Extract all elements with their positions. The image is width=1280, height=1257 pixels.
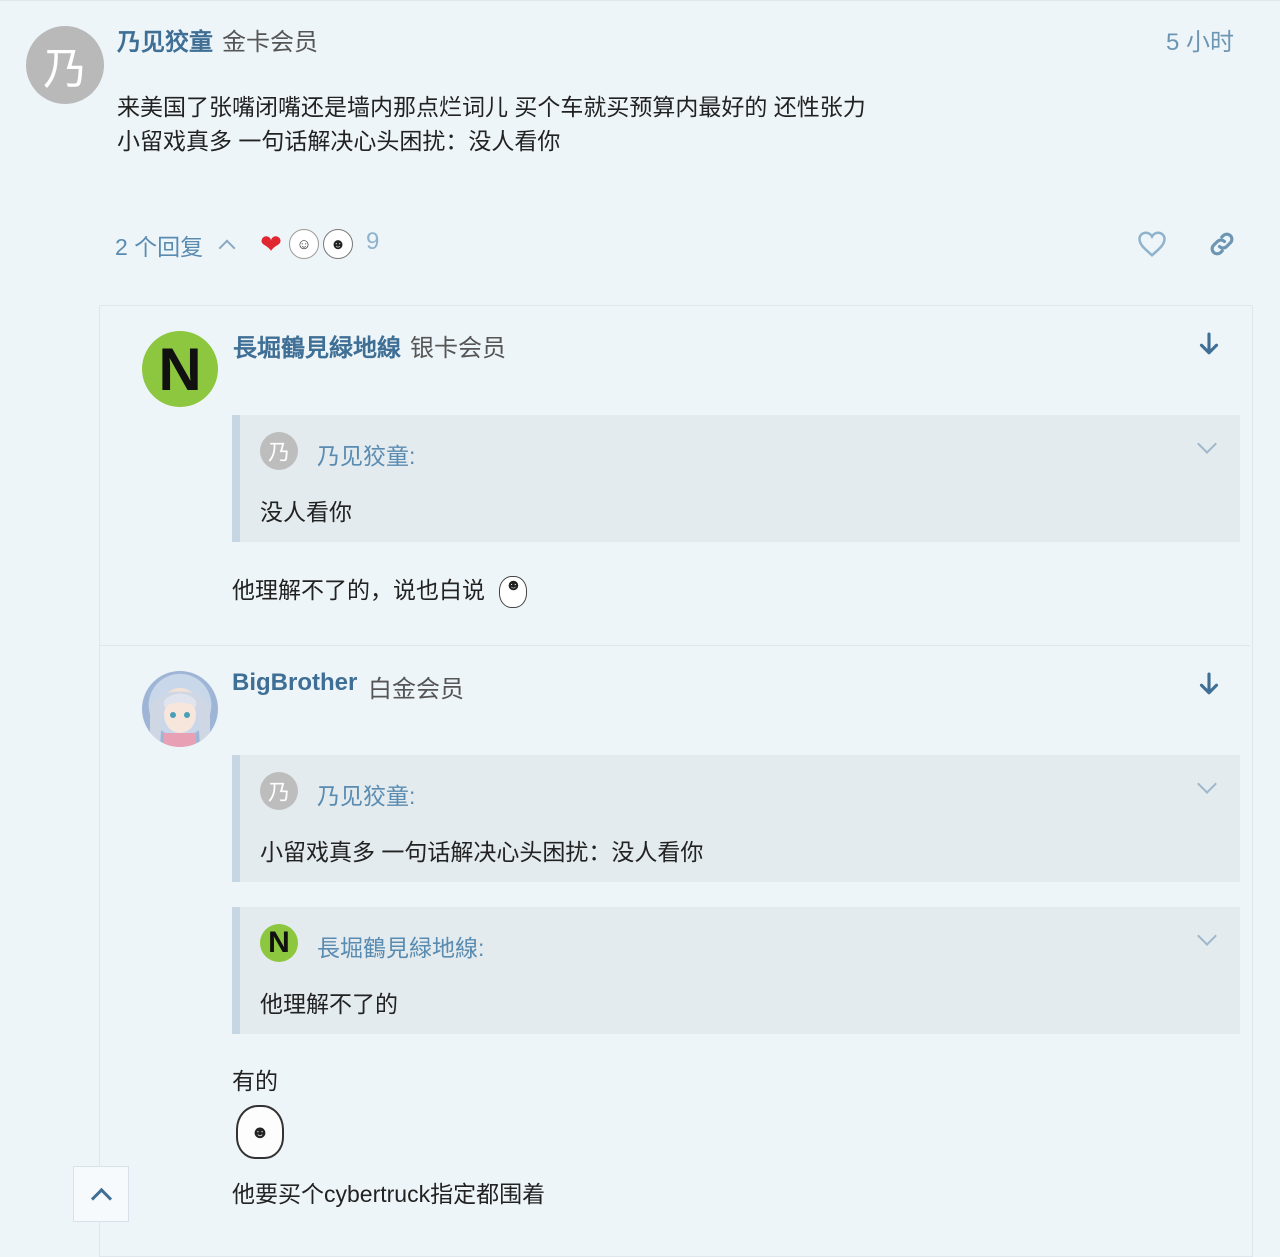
quote-author[interactable]: 乃见狡童: xyxy=(317,437,415,471)
user-tag: 金卡会员 xyxy=(222,29,318,56)
quote-text: 没人看你 xyxy=(260,499,352,525)
reaction-count[interactable]: 9 xyxy=(366,228,379,256)
chevron-down-icon[interactable] xyxy=(1197,774,1217,794)
quote-avatar[interactable]: 乃 xyxy=(260,432,298,470)
replies-toggle-button[interactable]: 2 个回复 xyxy=(115,228,236,262)
post-username[interactable]: 乃见狡童 xyxy=(117,22,213,57)
reply-username[interactable]: BigBrother xyxy=(232,669,357,697)
user-tag: 白金会员 xyxy=(368,676,464,703)
reactions[interactable]: ❤ ☺ ☻ xyxy=(257,229,357,259)
yaoming-meme-icon: ☻ xyxy=(236,1105,284,1159)
post-body-line: 小留戏真多 一句话解决心头困扰：没人看你 xyxy=(117,128,561,154)
avatar[interactable] xyxy=(142,671,218,747)
chevron-down-icon[interactable] xyxy=(1197,926,1217,946)
like-heart-icon xyxy=(1138,231,1166,257)
share-link-icon xyxy=(1210,232,1234,256)
reply-divider xyxy=(100,645,1250,646)
quote-block: 乃 乃见狡童: 没人看你 xyxy=(232,415,1240,542)
like-button[interactable] xyxy=(1134,226,1170,262)
scroll-to-top-button[interactable] xyxy=(73,1166,129,1222)
chevron-down-icon[interactable] xyxy=(1197,434,1217,454)
yaoming-face-emoji-icon: ☻ xyxy=(499,575,528,608)
arrow-down-icon xyxy=(1199,672,1219,695)
trollface-emoji-icon: ☺ xyxy=(289,229,319,259)
anime-avatar-icon xyxy=(150,691,210,747)
jump-to-post-button[interactable] xyxy=(1194,329,1224,359)
chevron-up-icon xyxy=(90,1187,112,1209)
jump-to-post-button[interactable] xyxy=(1194,669,1224,699)
quote-avatar[interactable]: N xyxy=(260,924,298,962)
reply-text: 有的 xyxy=(232,1068,278,1094)
avatar[interactable]: N xyxy=(142,331,218,407)
quote-text: 小留戏真多 一句话解决心头困扰：没人看你 xyxy=(260,839,704,865)
quote-block: N 長堀鶴見緑地線: 他理解不了的 xyxy=(232,907,1240,1034)
user-tag: 银卡会员 xyxy=(410,335,506,362)
quote-text: 他理解不了的 xyxy=(260,991,398,1017)
share-link-button[interactable] xyxy=(1204,226,1240,262)
top-divider xyxy=(0,0,1280,1)
heart-emoji-icon: ❤ xyxy=(260,228,282,259)
quote-avatar[interactable]: 乃 xyxy=(260,772,298,810)
chevron-up-icon xyxy=(218,239,236,257)
reply-body: 他理解不了的，说也白说 ☻ xyxy=(232,571,528,608)
post-body-line: 来美国了张嘴闭嘴还是墙内那点烂词儿 买个车就买预算内最好的 还性张力 xyxy=(117,94,866,120)
reply-text: 他要买个cybertruck指定都围着 xyxy=(232,1181,546,1207)
reply-username[interactable]: 長堀鶴見緑地線 xyxy=(233,328,401,363)
post-time[interactable]: 5 小时 xyxy=(1166,22,1234,57)
quote-author[interactable]: 長堀鶴見緑地線: xyxy=(317,929,484,963)
quote-author[interactable]: 乃见狡童: xyxy=(317,777,415,811)
quote-block: 乃 乃见狡童: 小留戏真多 一句话解决心头困扰：没人看你 xyxy=(232,755,1240,882)
yaoming-face-emoji-icon: ☻ xyxy=(323,229,353,259)
reply-text: 他理解不了的，说也白说 xyxy=(232,577,485,603)
arrow-down-icon xyxy=(1199,332,1219,355)
reply-count-label: 2 个回复 xyxy=(115,234,204,260)
avatar[interactable]: 乃 xyxy=(26,26,104,104)
